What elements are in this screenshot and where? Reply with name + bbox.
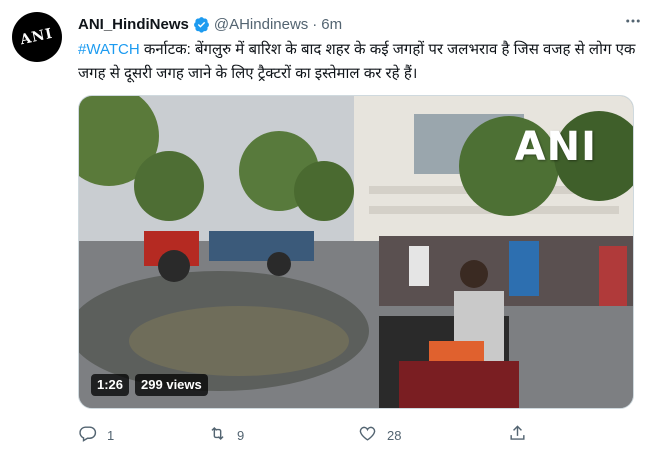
- tweet-actions: 1 9 28: [78, 424, 578, 446]
- avatar[interactable]: ANI: [12, 12, 62, 62]
- reply-count: 1: [107, 427, 115, 443]
- share-icon: [508, 424, 527, 446]
- tweet-card[interactable]: ANI ANI_HindiNews @AHindinews · 6m #WATC…: [0, 0, 658, 452]
- more-options-icon[interactable]: [622, 10, 644, 32]
- video-watermark: ANI: [514, 124, 597, 170]
- video-badges: 1:26 299 views: [91, 374, 208, 396]
- like-button[interactable]: 28: [358, 424, 508, 446]
- like-count: 28: [387, 427, 402, 443]
- avatar-logo: ANI: [19, 25, 55, 49]
- retweet-button[interactable]: 9: [208, 424, 358, 446]
- reply-button[interactable]: 1: [78, 424, 208, 446]
- verified-badge-icon: [193, 16, 210, 33]
- hashtag-link[interactable]: #WATCH: [78, 41, 140, 58]
- tweet-body: कर्नाटक: बेंगलुरु में बारिश के बाद शहर क…: [78, 41, 636, 82]
- share-button[interactable]: [508, 424, 548, 446]
- tweet-timestamp[interactable]: 6m: [321, 16, 342, 33]
- video-views: 299 views: [135, 374, 208, 396]
- header-separator: ·: [312, 15, 318, 33]
- heart-icon: [358, 424, 377, 446]
- tweet-text: #WATCH कर्नाटक: बेंगलुरु में बारिश के बा…: [78, 38, 638, 86]
- retweet-count: 9: [237, 427, 245, 443]
- author-handle[interactable]: @AHindinews: [214, 16, 308, 33]
- video-duration: 1:26: [91, 374, 130, 396]
- author-name[interactable]: ANI_HindiNews: [78, 16, 189, 33]
- tweet-header: ANI_HindiNews @AHindinews · 6m: [78, 14, 646, 34]
- retweet-icon: [208, 424, 227, 446]
- video-player[interactable]: ANI 1:26 299 views: [78, 95, 634, 409]
- reply-icon: [78, 424, 97, 446]
